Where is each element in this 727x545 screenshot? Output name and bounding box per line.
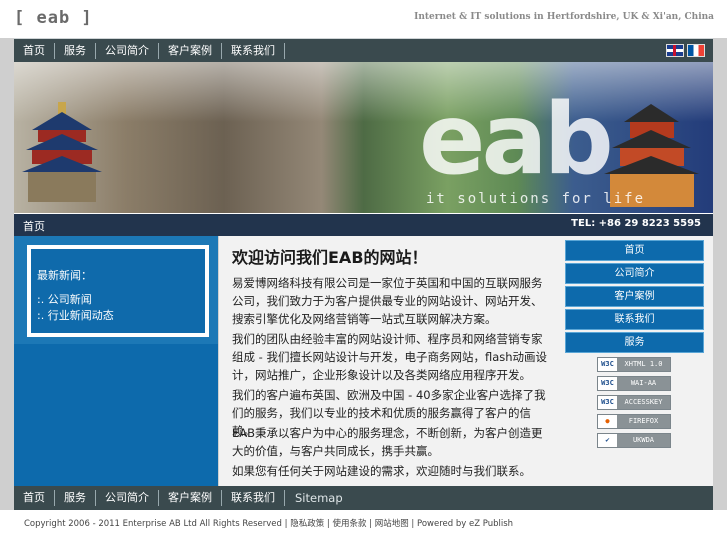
banner-slogan: it solutions for life <box>426 191 646 207</box>
badge-ukwda[interactable]: ✔ UKWDA <box>597 433 671 448</box>
right-sidebar: 首页 公司简介 客户案例 联系我们 服务 W3C XHTML 1.0 W3C WAI… <box>559 236 713 486</box>
news-panel: 最新新闻： :. 公司新闻 :. 行业新闻动态 <box>27 245 209 337</box>
news-title: 最新新闻： <box>37 269 92 282</box>
footer-sitemap-link[interactable]: Sitemap <box>285 490 353 506</box>
site-logo[interactable]: [ eab ] <box>14 8 93 28</box>
side-button-about[interactable]: 公司简介 <box>565 263 704 284</box>
nav-item-clients[interactable]: 客户案例 <box>159 43 222 59</box>
nav-item-home[interactable]: 首页 <box>14 43 55 59</box>
footer-item-services[interactable]: 服务 <box>55 490 96 506</box>
w3c-icon: W3C <box>598 396 617 409</box>
right-edge <box>713 38 727 510</box>
top-header: [ eab ] Internet & IT solutions in Hertf… <box>0 0 727 37</box>
banner-brand: eab <box>419 83 614 197</box>
badge-xhtml[interactable]: W3C XHTML 1.0 <box>597 357 671 372</box>
badge-firefox[interactable]: ● FIREFOX <box>597 414 671 429</box>
footer-item-home[interactable]: 首页 <box>14 490 55 506</box>
w3c-icon: W3C <box>598 377 617 390</box>
side-button-contact[interactable]: 联系我们 <box>565 309 704 330</box>
footer-item-about[interactable]: 公司简介 <box>96 490 159 506</box>
paragraph-1: 易爱博网络科技有限公司是一家位于英国和中国的互联网服务公司，我们致力于为客户提供… <box>232 276 543 326</box>
sidebar-fill <box>14 344 218 486</box>
pagoda-icon <box>604 104 699 207</box>
main-nav: 首页 服务 公司简介 客户案例 联系我们 <box>14 38 713 63</box>
nav-item-services[interactable]: 服务 <box>55 43 96 59</box>
main-content: 欢迎访问我们EAB的网站！ 易爱博网络科技有限公司是一家位于英国和中国的互联网服… <box>219 236 559 486</box>
temple-of-heaven-icon <box>22 102 102 202</box>
w3c-icon: W3C <box>598 358 617 371</box>
news-box: 最新新闻： :. 公司新闻 :. 行业新闻动态 <box>14 236 218 344</box>
badge-accesskey[interactable]: W3C ACCESSKEY <box>597 395 671 410</box>
paragraph-2: 我们的团队由经验丰富的网站设计师、程序员和网络营销专家组成 - 我们擅长网站设计… <box>232 332 548 382</box>
page-title: 欢迎访问我们EAB的网站！ <box>232 248 428 267</box>
breadcrumb[interactable]: 首页 <box>23 218 45 234</box>
firefox-icon: ● <box>598 415 617 428</box>
side-button-home[interactable]: 首页 <box>565 240 704 261</box>
footer-item-contact[interactable]: 联系我们 <box>222 490 285 506</box>
copyright: Copyright 2006 - 2011 Enterprise AB Ltd … <box>24 519 514 529</box>
left-edge <box>0 38 14 510</box>
badge-wai[interactable]: W3C WAI-AA <box>597 376 671 391</box>
fr-flag-icon[interactable] <box>687 44 705 57</box>
nav-item-contact[interactable]: 联系我们 <box>222 43 285 59</box>
paragraph-5: 如果您有任何关于网站建设的需求，欢迎随时与我们联系。 <box>232 464 531 478</box>
side-button-services[interactable]: 服务 <box>565 332 704 353</box>
info-bar: 首页 TEL: +86 29 8223 5595 <box>14 214 713 236</box>
phone-number: TEL: +86 29 8223 5595 <box>571 218 701 229</box>
check-icon: ✔ <box>598 434 617 447</box>
side-button-clients[interactable]: 客户案例 <box>565 286 704 307</box>
nav-item-about[interactable]: 公司简介 <box>96 43 159 59</box>
footer-nav: 首页 服务 公司简介 客户案例 联系我们 Sitemap <box>14 486 713 510</box>
footer-item-clients[interactable]: 客户案例 <box>159 490 222 506</box>
news-link-industry[interactable]: :. 行业新闻动态 <box>37 307 114 323</box>
site-tagline: Internet & IT solutions in Hertfordshire… <box>414 12 714 22</box>
paragraph-4: EAB秉承以客户为中心的服务理念，不断创新，为客户创造更大的价值，与客户共同成长… <box>232 426 543 458</box>
uk-flag-icon[interactable] <box>666 44 684 57</box>
news-link-company[interactable]: :. 公司新闻 <box>37 291 92 307</box>
left-sidebar: 最新新闻： :. 公司新闻 :. 行业新闻动态 <box>14 236 219 486</box>
hero-banner: eab it solutions for life <box>14 62 713 213</box>
